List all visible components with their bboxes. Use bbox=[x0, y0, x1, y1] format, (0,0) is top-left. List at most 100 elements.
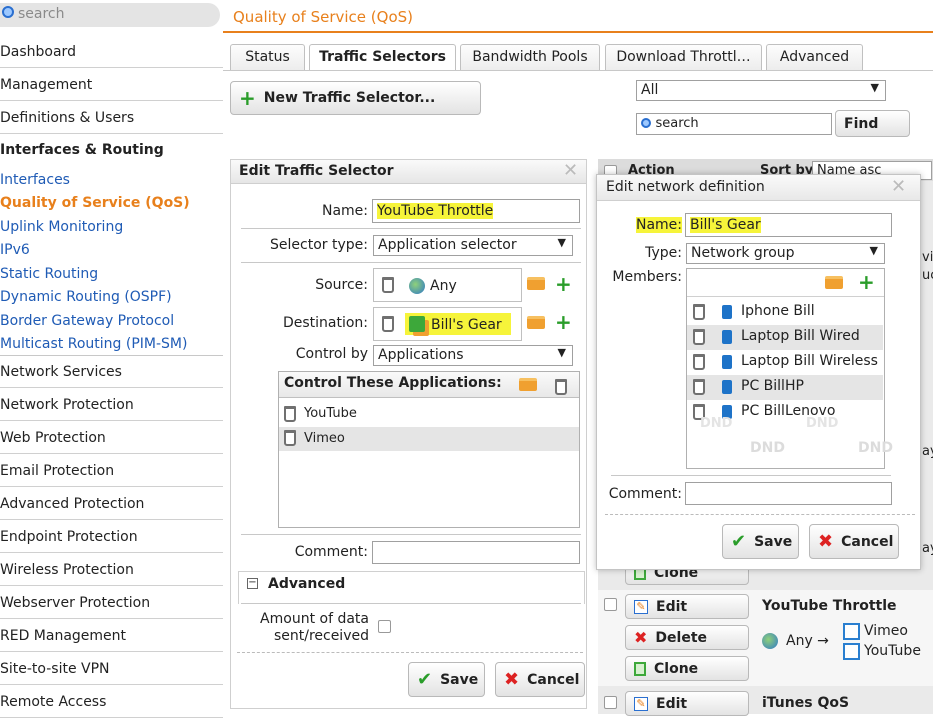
control-by-select[interactable]: Applications ▼ bbox=[373, 345, 573, 366]
sidebar-item-email-protection[interactable]: Email Protection bbox=[0, 454, 223, 487]
sidebar-item-advanced-protection[interactable]: Advanced Protection bbox=[0, 487, 223, 520]
dialog-title: Edit network definition bbox=[606, 179, 765, 195]
dropdown-arrow-icon: ▼ bbox=[870, 81, 879, 94]
save-button[interactable]: ✔ Save bbox=[408, 662, 485, 697]
cancel-button[interactable]: ✖ Cancel bbox=[495, 662, 585, 697]
list-search-input[interactable]: search bbox=[636, 113, 832, 135]
selector-comment-input[interactable] bbox=[372, 541, 580, 564]
sidebar-item-management[interactable]: Management bbox=[0, 68, 223, 101]
network-comment-input[interactable] bbox=[685, 482, 892, 505]
sidebar-item-uplink-monitoring[interactable]: Uplink Monitoring bbox=[0, 217, 223, 240]
list-peek-text: ay bbox=[922, 444, 933, 459]
trash-icon[interactable] bbox=[693, 379, 705, 395]
list-peek-text: uc bbox=[922, 268, 933, 283]
check-icon: ✔ bbox=[417, 669, 433, 690]
new-traffic-selector-button[interactable]: + New Traffic Selector... bbox=[230, 81, 481, 115]
application-name: YouTube bbox=[304, 406, 357, 421]
delete-button[interactable]: ✖ Delete bbox=[625, 625, 749, 650]
search-icon bbox=[641, 118, 651, 128]
close-icon[interactable]: ✕ bbox=[891, 176, 906, 197]
member-row[interactable]: Laptop Bill Wireless bbox=[687, 350, 883, 375]
dropdown-arrow-icon: ▼ bbox=[557, 346, 566, 359]
sidebar-item-web-protection[interactable]: Web Protection bbox=[0, 421, 223, 454]
application-icon bbox=[843, 643, 860, 660]
list-peek-text: ay bbox=[922, 541, 933, 556]
tab-advanced[interactable]: Advanced bbox=[766, 44, 863, 71]
sidebar-item-network-protection[interactable]: Network Protection bbox=[0, 388, 223, 421]
add-member-icon[interactable]: + bbox=[858, 272, 875, 292]
application-row[interactable]: Vimeo bbox=[279, 427, 579, 451]
save-button[interactable]: ✔ Save bbox=[722, 524, 799, 559]
sidebar-item-red-management[interactable]: RED Management bbox=[0, 619, 223, 652]
trash-icon[interactable] bbox=[284, 406, 296, 422]
row-checkbox[interactable] bbox=[604, 598, 617, 611]
type-select[interactable]: Network group ▼ bbox=[686, 243, 885, 264]
member-row[interactable]: PC BillHP bbox=[687, 375, 883, 400]
sidebar-item-definitions[interactable]: Definitions & Users bbox=[0, 101, 223, 134]
member-row[interactable]: Laptop Bill Wired bbox=[687, 325, 883, 350]
list-peek-text: vid bbox=[922, 250, 933, 265]
sidebar-item-static-routing[interactable]: Static Routing bbox=[0, 264, 223, 287]
add-destination-icon[interactable]: + bbox=[555, 312, 572, 332]
sidebar-item-ipv6[interactable]: IPv6 bbox=[0, 240, 223, 263]
panel-title: Edit Traffic Selector bbox=[239, 163, 394, 179]
selector-type-select[interactable]: Application selector ▼ bbox=[373, 235, 573, 256]
trash-icon[interactable] bbox=[693, 354, 705, 370]
sidebar-item-remote-access[interactable]: Remote Access bbox=[0, 685, 223, 718]
sidebar-item-site-to-site-vpn[interactable]: Site-to-site VPN bbox=[0, 652, 223, 685]
sidebar-item-dashboard[interactable]: Dashboard bbox=[0, 35, 223, 68]
divider bbox=[605, 514, 915, 515]
destination-box[interactable]: Bill's Gear bbox=[373, 307, 522, 341]
clone-icon bbox=[634, 661, 646, 676]
selector-type-label: Selector type: bbox=[270, 237, 368, 253]
tab-status[interactable]: Status bbox=[230, 44, 305, 71]
clone-button[interactable]: Clone bbox=[625, 656, 749, 681]
folder-icon[interactable] bbox=[527, 316, 545, 329]
filter-select[interactable]: All ▼ bbox=[636, 80, 886, 101]
trash-icon[interactable] bbox=[693, 304, 705, 320]
trash-icon[interactable] bbox=[693, 329, 705, 345]
dnd-watermark: DND bbox=[700, 416, 733, 431]
advanced-title[interactable]: Advanced bbox=[268, 576, 345, 592]
trash-icon[interactable] bbox=[555, 379, 567, 395]
selector-name-input[interactable]: YouTube Throttle bbox=[372, 199, 580, 223]
sidebar-item-dynamic-routing-ospf[interactable]: Dynamic Routing (OSPF) bbox=[0, 287, 223, 310]
cancel-button[interactable]: ✖ Cancel bbox=[809, 524, 899, 559]
collapse-icon[interactable]: − bbox=[247, 578, 258, 589]
sidebar-item-border-gateway-protocol[interactable]: Border Gateway Protocol bbox=[0, 311, 223, 334]
trash-icon[interactable] bbox=[284, 430, 296, 446]
close-icon[interactable]: ✕ bbox=[563, 160, 578, 181]
sidebar: search Dashboard Management Definitions … bbox=[0, 0, 223, 718]
row-app: YouTube bbox=[864, 643, 921, 659]
tab-download-throttling[interactable]: Download Throttl… bbox=[605, 44, 762, 71]
sidebar-item-interfaces-routing[interactable]: Interfaces & Routing bbox=[0, 142, 223, 158]
sidebar-item-interfaces[interactable]: Interfaces bbox=[0, 170, 223, 193]
edit-button[interactable]: ✎ Edit bbox=[625, 594, 749, 619]
sidebar-item-multicast-routing-pim-sm[interactable]: Multicast Routing (PIM-SM) bbox=[0, 334, 223, 357]
applications-title: Control These Applications: bbox=[284, 375, 502, 391]
network-name-input[interactable]: Bill's Gear bbox=[685, 213, 892, 237]
amount-checkbox[interactable] bbox=[378, 620, 391, 633]
edit-button[interactable]: ✎ Edit bbox=[625, 691, 749, 716]
trash-icon[interactable] bbox=[382, 316, 394, 332]
folder-icon[interactable] bbox=[527, 277, 545, 290]
application-row[interactable]: YouTube bbox=[279, 403, 579, 427]
tab-bandwidth-pools[interactable]: Bandwidth Pools bbox=[460, 44, 600, 71]
sidebar-item-quality-of-service-qos[interactable]: Quality of Service (QoS) bbox=[0, 193, 223, 216]
divider bbox=[241, 534, 581, 535]
sidebar-item-network-services[interactable]: Network Services bbox=[0, 355, 223, 388]
find-button[interactable]: Find bbox=[835, 110, 910, 137]
row-checkbox[interactable] bbox=[604, 696, 617, 709]
trash-icon[interactable] bbox=[382, 277, 394, 293]
folder-icon[interactable] bbox=[519, 378, 537, 391]
application-name: Vimeo bbox=[304, 431, 345, 446]
source-box[interactable]: Any bbox=[373, 268, 522, 302]
folder-icon[interactable] bbox=[825, 276, 843, 289]
sidebar-item-webserver-protection[interactable]: Webserver Protection bbox=[0, 586, 223, 619]
member-row[interactable]: Iphone Bill bbox=[687, 300, 883, 325]
tab-traffic-selectors[interactable]: Traffic Selectors bbox=[309, 44, 456, 71]
search-box[interactable]: search bbox=[0, 3, 220, 27]
add-source-icon[interactable]: + bbox=[555, 274, 572, 294]
sidebar-item-wireless-protection[interactable]: Wireless Protection bbox=[0, 553, 223, 586]
sidebar-item-endpoint-protection[interactable]: Endpoint Protection bbox=[0, 520, 223, 553]
